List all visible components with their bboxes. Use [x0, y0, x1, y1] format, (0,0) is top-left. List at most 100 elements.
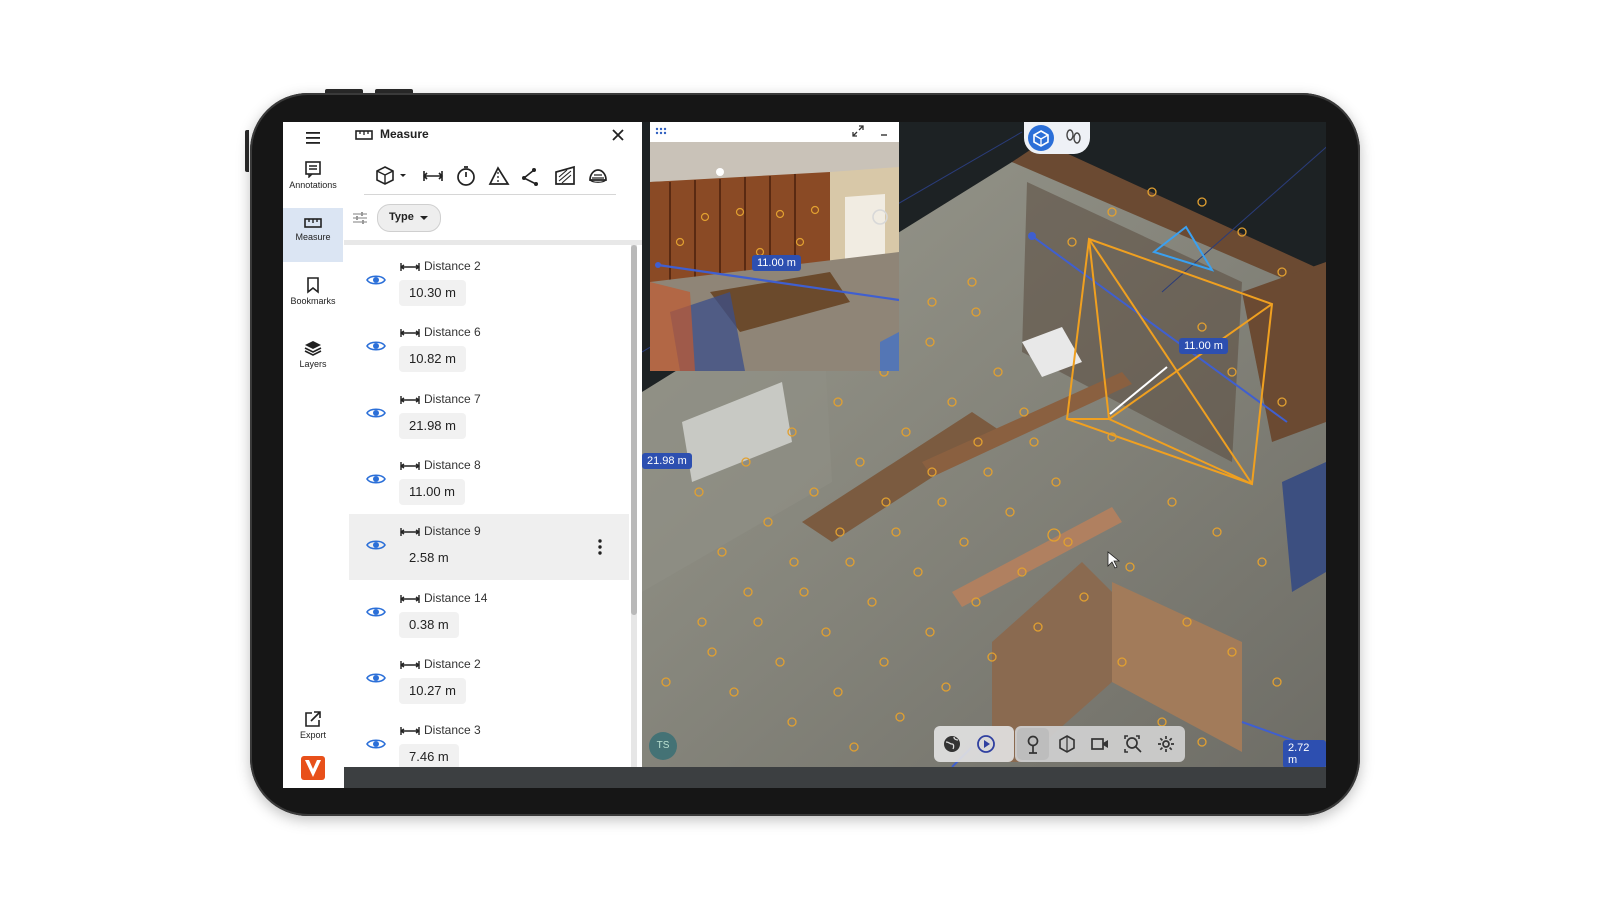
rail-item-measure[interactable]: Measure	[283, 208, 343, 262]
avatar-initials: TS	[656, 740, 670, 751]
distance-icon	[400, 594, 420, 603]
measurement-row[interactable]: Distance 8 11.00 m	[349, 448, 629, 514]
measurement-row[interactable]: Distance 7 21.98 m	[349, 382, 629, 448]
view-toolbar	[934, 726, 1014, 762]
volume-tool[interactable]	[586, 164, 610, 188]
measurement-row[interactable]: Distance 6 10.82 m	[349, 315, 629, 381]
brand-logo-icon	[301, 756, 325, 780]
camera-icon[interactable]	[1090, 734, 1110, 754]
type-filter-chip[interactable]: Type	[377, 204, 441, 232]
visibility-eye-icon[interactable]	[366, 339, 386, 353]
view-mode-toggle	[1024, 122, 1090, 154]
distance-icon	[400, 727, 420, 736]
distance-icon	[400, 461, 420, 470]
visibility-eye-icon[interactable]	[366, 671, 386, 685]
footsteps-icon	[1066, 129, 1081, 144]
measurement-name: Distance 9	[424, 524, 481, 539]
measurement-value: 10.30 m	[399, 280, 466, 306]
zoom-fit-icon[interactable]	[1123, 734, 1143, 754]
tool-divider	[364, 194, 616, 195]
3d-view-button[interactable]	[1028, 125, 1054, 151]
user-avatar[interactable]: TS	[649, 732, 677, 760]
distance-icon	[400, 528, 420, 537]
panorama-measure-label[interactable]: 11.00 m	[752, 255, 801, 271]
measurement-row[interactable]: Distance 3 7.46 m	[349, 713, 629, 767]
pin-icon[interactable]	[1023, 734, 1043, 754]
menu-button[interactable]	[283, 126, 343, 150]
polyline-icon	[522, 168, 538, 186]
hexagon-icon[interactable]	[1057, 734, 1077, 754]
measurement-name: Distance 2	[424, 259, 481, 273]
distance-icon	[400, 329, 420, 338]
measurement-row[interactable]: Distance 9 2.58 m	[349, 514, 629, 581]
distance-tool[interactable]	[421, 164, 445, 188]
caret-down-icon	[420, 216, 428, 220]
cube-icon	[376, 166, 406, 185]
visibility-eye-icon[interactable]	[366, 605, 386, 619]
measurement-row[interactable]: Distance 2 10.30 m	[349, 249, 629, 315]
rail-label-measure: Measure	[295, 232, 331, 242]
measurement-name: Distance 14	[424, 590, 488, 605]
model-3d-icon	[1033, 130, 1049, 147]
export-label: Export	[299, 730, 326, 740]
polyline-tool[interactable]	[520, 164, 544, 188]
visibility-eye-icon[interactable]	[366, 472, 386, 486]
app-screen: Annotations Measure Bookmarks Layers Exp…	[283, 122, 1326, 788]
panorama-header	[650, 122, 899, 142]
annotations-icon	[305, 161, 321, 178]
panel-title: Measure	[380, 127, 429, 141]
measurement-value: 0.38 m	[399, 611, 459, 638]
close-icon[interactable]	[611, 128, 625, 142]
volume-icon	[589, 169, 607, 183]
geometry-mode-dropdown[interactable]	[374, 164, 410, 188]
height-tool[interactable]	[487, 164, 511, 188]
measurement-row[interactable]: Distance 14 0.38 m	[349, 581, 629, 647]
measurement-value: 2.58 m	[409, 550, 449, 566]
play-circle-icon[interactable]	[976, 734, 996, 754]
measurement-value: 11.00 m	[399, 478, 466, 505]
type-filter-label: Type	[389, 211, 414, 223]
expand-icon[interactable]	[852, 125, 864, 137]
area-icon	[555, 165, 575, 185]
measurement-value: 10.82 m	[399, 346, 466, 373]
rail-label-bookmarks: Bookmarks	[290, 296, 336, 306]
filter-sliders-icon[interactable]	[352, 210, 368, 226]
more-options-icon[interactable]	[597, 539, 603, 555]
distance-icon	[400, 395, 420, 404]
angle-tool[interactable]	[454, 164, 478, 188]
layers-icon	[304, 341, 322, 356]
scrollbar-thumb[interactable]	[631, 245, 637, 615]
tool-toolbar	[1015, 726, 1185, 762]
list-scrollbar[interactable]	[631, 245, 637, 767]
measurement-value: 7.46 m	[399, 744, 459, 767]
measurement-value: 21.98 m	[399, 412, 466, 439]
walkthrough-button[interactable]	[1060, 125, 1086, 151]
ruler-icon	[355, 130, 373, 140]
measurement-row[interactable]: Distance 2 10.27 m	[349, 647, 629, 713]
visibility-eye-icon[interactable]	[366, 406, 386, 420]
panorama-window[interactable]: 11.00 m	[650, 122, 899, 371]
rail-item-layers[interactable]: Layers	[283, 339, 343, 375]
brand-logo	[283, 756, 343, 784]
export-button[interactable]: Export	[283, 710, 343, 746]
measure-label-right[interactable]: 2.72 m	[1283, 740, 1326, 767]
visibility-eye-icon[interactable]	[366, 538, 386, 552]
globe-icon[interactable]	[942, 734, 962, 754]
nav-rail: Annotations Measure Bookmarks Layers Exp…	[283, 122, 345, 788]
rail-item-bookmarks[interactable]: Bookmarks	[283, 276, 343, 312]
rail-label-layers: Layers	[299, 359, 327, 369]
distance-icon	[422, 171, 444, 181]
visibility-eye-icon[interactable]	[366, 273, 386, 287]
drag-handle-icon[interactable]	[655, 127, 669, 137]
rail-item-annotations[interactable]: Annotations	[283, 160, 343, 196]
area-tool[interactable]	[553, 164, 577, 188]
gear-icon[interactable]	[1156, 734, 1176, 754]
distance-icon	[400, 660, 420, 669]
measurement-name: Distance 3	[424, 723, 481, 738]
measure-panel: Measure Type Distance 2 10.30 m Distance…	[344, 122, 643, 767]
measure-label-left[interactable]: 21.98 m	[642, 453, 692, 469]
hamburger-icon	[306, 132, 320, 144]
minimize-icon[interactable]	[878, 126, 890, 138]
measure-label-main[interactable]: 11.00 m	[1179, 338, 1228, 354]
visibility-eye-icon[interactable]	[366, 737, 386, 751]
